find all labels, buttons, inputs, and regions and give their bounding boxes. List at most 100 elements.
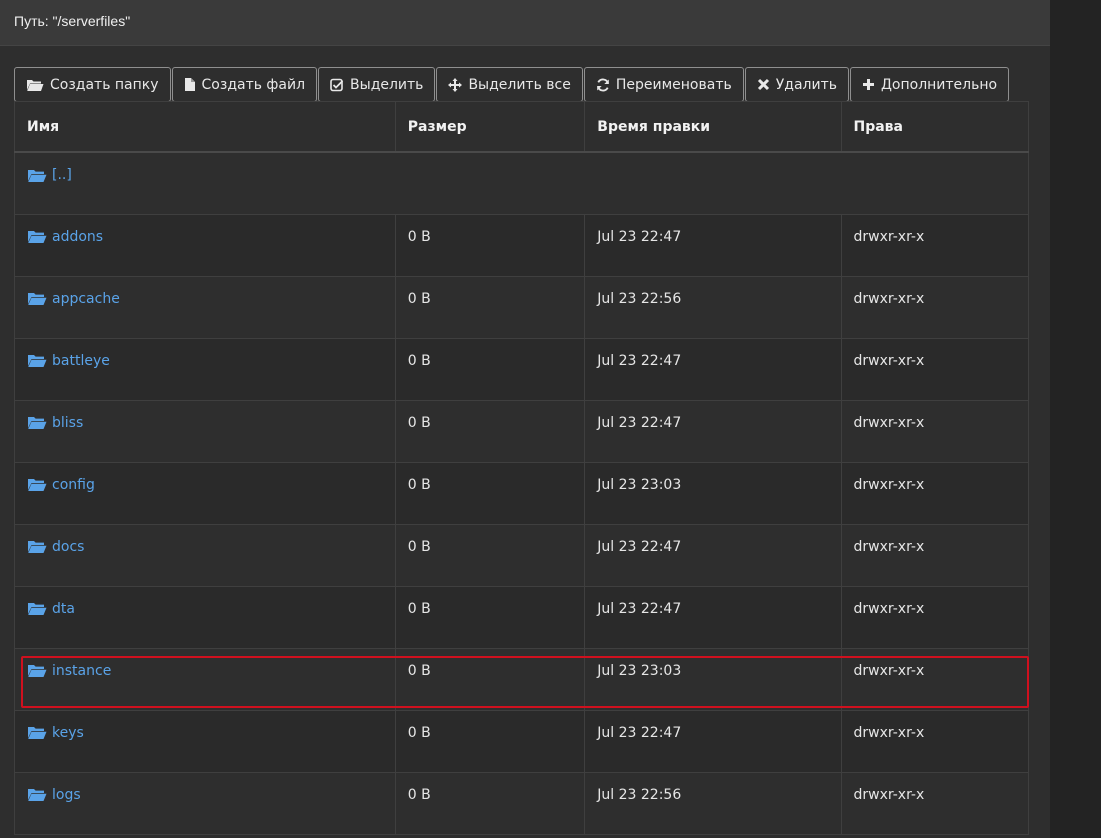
path-label: Путь: "/serverfiles" [14, 12, 131, 29]
cell-name: logs [14, 771, 396, 835]
folder-link[interactable]: docs [27, 539, 84, 555]
folder-name: keys [52, 724, 84, 741]
cell-size: 0 B [394, 399, 586, 463]
cell-size: 0 B [394, 213, 586, 277]
cell-size: 0 B [394, 771, 586, 835]
file-manager-panel: Путь: "/serverfiles" Создать папку Созда… [0, 0, 1050, 838]
delete-label: Удалить [775, 76, 837, 93]
table-row[interactable]: bliss 0 B Jul 23 22:47 drwxr-xr-x [14, 399, 1029, 463]
rename-label: Переименовать [615, 76, 732, 93]
cell-time: Jul 23 22:47 [584, 337, 842, 401]
refresh-icon [596, 78, 609, 91]
cell-name: appcache [14, 275, 396, 339]
folder-open-icon [28, 603, 47, 615]
column-header-perm[interactable]: Права [840, 101, 1029, 153]
cell-name: keys [14, 709, 396, 773]
folder-open-icon [28, 355, 47, 367]
select-all-button[interactable]: Выделить все [436, 67, 583, 102]
cell-time: Jul 23 22:47 [584, 399, 842, 463]
select-all-label: Выделить все [468, 76, 571, 93]
create-file-label: Создать файл [201, 76, 306, 93]
cell-perm: drwxr-xr-x [840, 771, 1029, 835]
cell-time: Jul 23 22:47 [584, 523, 842, 587]
folder-link[interactable]: logs [27, 787, 81, 803]
plus-icon [862, 79, 874, 90]
cell-time: Jul 23 22:47 [584, 585, 842, 649]
folder-link[interactable]: appcache [27, 291, 120, 307]
more-button[interactable]: Дополнительно [849, 67, 1010, 102]
column-header-size[interactable]: Размер [394, 101, 586, 153]
select-label: Выделить [350, 76, 424, 93]
check-square-icon [330, 78, 344, 91]
cell-perm: drwxr-xr-x [840, 461, 1029, 525]
table-row[interactable]: config 0 B Jul 23 23:03 drwxr-xr-x [14, 461, 1029, 525]
cell-time: Jul 23 23:03 [584, 461, 842, 525]
cell-time: Jul 23 22:47 [584, 213, 842, 277]
folder-open-icon [28, 231, 47, 243]
folder-name: appcache [52, 290, 120, 307]
folder-name: instance [52, 662, 112, 679]
cell-size: 0 B [394, 337, 586, 401]
path-bar: Путь: "/serverfiles" [0, 0, 1050, 46]
table-row[interactable]: addons 0 B Jul 23 22:47 drwxr-xr-x [14, 213, 1029, 277]
folder-open-icon [28, 169, 47, 182]
parent-dir-label: [..] [52, 167, 72, 183]
cell-size: 0 B [394, 523, 586, 587]
rename-button[interactable]: Переименовать [583, 67, 744, 102]
cell-name: battleye [14, 337, 396, 401]
cell-perm: drwxr-xr-x [840, 275, 1029, 339]
delete-button[interactable]: Удалить [744, 67, 849, 102]
folder-open-icon [28, 293, 47, 305]
cell-time: Jul 23 23:03 [584, 647, 842, 711]
folder-link[interactable]: config [27, 477, 95, 493]
cell-perm: drwxr-xr-x [840, 523, 1029, 587]
cell-size: 0 B [394, 647, 586, 711]
folder-open-icon [28, 479, 47, 491]
create-file-button[interactable]: Создать файл [171, 67, 318, 102]
table-row[interactable]: logs 0 B Jul 23 22:56 drwxr-xr-x [14, 771, 1029, 835]
toolbar: Создать папку Создать файл Выделить Выде… [14, 67, 1010, 102]
folder-link[interactable]: keys [27, 725, 84, 741]
folder-open-icon [28, 541, 47, 553]
cell-name: config [14, 461, 396, 525]
close-icon [757, 78, 769, 91]
create-folder-label: Создать папку [50, 76, 159, 93]
cell-name: addons [14, 213, 396, 277]
file-table: Имя Размер Время правки Права [..] addon… [14, 101, 1029, 835]
cell-perm: drwxr-xr-x [840, 647, 1029, 711]
cell-perm: drwxr-xr-x [840, 337, 1029, 401]
column-header-name[interactable]: Имя [14, 101, 396, 153]
cell-size: 0 B [394, 275, 586, 339]
cell-perm: drwxr-xr-x [840, 709, 1029, 773]
cell-name: instance [14, 647, 396, 711]
table-row[interactable]: instance 0 B Jul 23 23:03 drwxr-xr-x [14, 647, 1029, 711]
create-folder-button[interactable]: Создать папку [14, 67, 171, 102]
folder-link[interactable]: addons [27, 229, 103, 245]
folder-name: bliss [52, 414, 84, 431]
folder-name: config [52, 476, 95, 493]
folder-link[interactable]: dta [27, 601, 75, 617]
table-row[interactable]: keys 0 B Jul 23 22:47 drwxr-xr-x [14, 709, 1029, 773]
folder-open-icon [28, 417, 47, 429]
folder-link[interactable]: battleye [27, 353, 110, 369]
folder-open-icon [28, 727, 47, 739]
table-row[interactable]: docs 0 B Jul 23 22:47 drwxr-xr-x [14, 523, 1029, 587]
cell-perm: drwxr-xr-x [840, 213, 1029, 277]
select-button[interactable]: Выделить [318, 67, 436, 102]
cell-time: Jul 23 22:56 [584, 771, 842, 835]
folder-link[interactable]: instance [27, 663, 111, 679]
table-row[interactable]: appcache 0 B Jul 23 22:56 drwxr-xr-x [14, 275, 1029, 339]
table-row[interactable]: dta 0 B Jul 23 22:47 drwxr-xr-x [14, 585, 1029, 649]
cell-size: 0 B [394, 709, 586, 773]
file-icon [184, 78, 195, 91]
cell-perm: drwxr-xr-x [840, 585, 1029, 649]
folder-name: battleye [52, 352, 110, 369]
cell-name: docs [14, 523, 396, 587]
cell-name: bliss [14, 399, 396, 463]
folder-name: addons [52, 228, 104, 245]
parent-dir-link[interactable]: [..] [27, 167, 72, 183]
table-row[interactable]: battleye 0 B Jul 23 22:47 drwxr-xr-x [14, 337, 1029, 401]
cell-time: Jul 23 22:47 [584, 709, 842, 773]
column-header-time[interactable]: Время правки [584, 101, 842, 153]
folder-link[interactable]: bliss [27, 415, 83, 431]
